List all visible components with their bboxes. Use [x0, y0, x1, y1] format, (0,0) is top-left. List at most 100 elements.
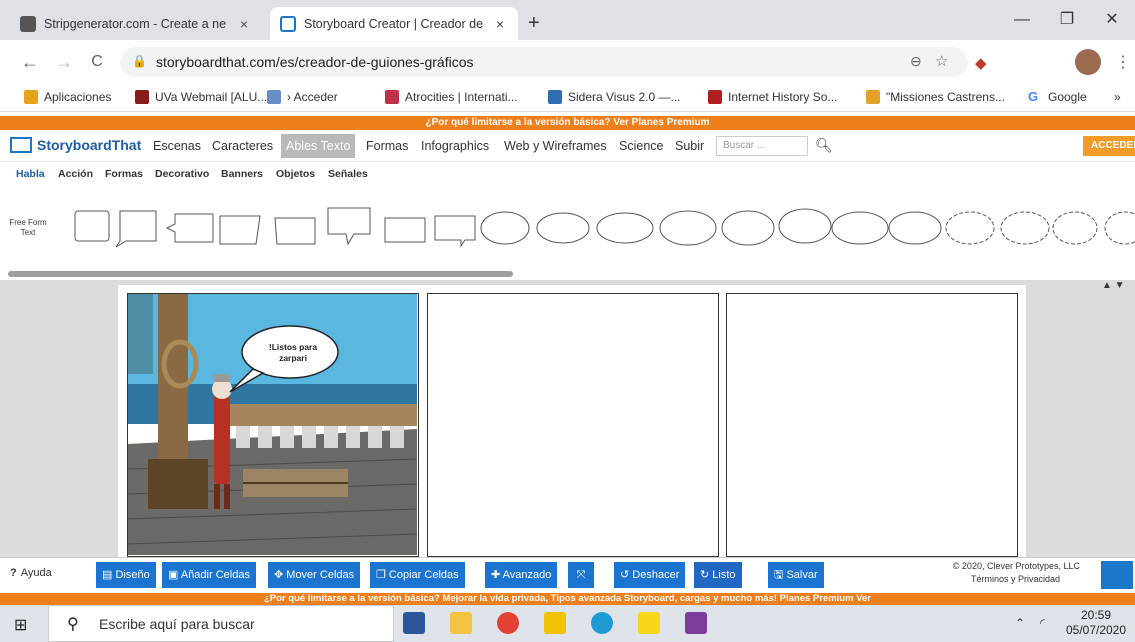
subtab-banners[interactable]: Banners	[221, 168, 263, 180]
bookmark-item[interactable]: Atrocities | Internati...	[385, 90, 518, 104]
scroll-arrows[interactable]: ▲ ▼	[1102, 280, 1125, 291]
sticky-notes-icon[interactable]	[638, 612, 660, 634]
close-tab-icon[interactable]: ×	[492, 16, 508, 32]
save-button[interactable]: 🖫 Salvar	[768, 562, 824, 588]
undo-button[interactable]: ↺ Deshacer	[614, 562, 686, 588]
bookmark-star-icon[interactable]: ☆	[935, 52, 948, 70]
maximize-button[interactable]: ❐	[1045, 6, 1089, 34]
app-icon[interactable]	[685, 612, 707, 634]
save-icon: 🖫	[774, 569, 787, 581]
shelf-scrollbar-thumb[interactable]	[8, 271, 513, 277]
tab-stripgenerator[interactable]: Stripgenerator.com - Create a ne ×	[10, 7, 262, 40]
word-icon[interactable]	[403, 612, 425, 634]
bookmark-item[interactable]: Internet History So...	[708, 90, 837, 104]
tray-chevron-icon[interactable]: ⌃	[1015, 616, 1025, 630]
wifi-icon[interactable]: ◜	[1040, 616, 1045, 630]
zoom-icon[interactable]: ⊖	[910, 53, 922, 70]
bookmark-label: › Acceder	[287, 90, 338, 104]
back-button[interactable]: ←	[16, 48, 44, 76]
nav-formas[interactable]: Formas	[366, 139, 408, 153]
advanced-button[interactable]: ✚ Avanzado	[485, 562, 558, 588]
login-button[interactable]: ACCEDER	[1083, 136, 1135, 156]
book-icon	[866, 90, 880, 104]
subtab-objetos[interactable]: Objetos	[276, 168, 315, 180]
nav-escenas[interactable]: Escenas	[153, 139, 201, 153]
more-bookmarks-icon[interactable]: »	[1114, 90, 1121, 104]
bubble-shapes[interactable]	[70, 206, 1135, 256]
clock-time: 20:59	[1080, 608, 1112, 622]
bookmark-label: Internet History So...	[728, 90, 838, 104]
forward-button[interactable]: →	[50, 48, 78, 76]
help-button[interactable]: ? Ayuda	[10, 567, 52, 579]
edge-icon[interactable]	[591, 612, 613, 634]
add-cells-label: Añadir Celdas	[180, 569, 250, 581]
ship-deck-scene[interactable]	[127, 294, 418, 555]
bookmark-item[interactable]: › Acceder	[267, 90, 338, 104]
address-bar[interactable]: 🔒 storyboardthat.com/es/creador-de-guion…	[120, 47, 968, 77]
premium-promo-footer[interactable]: ¿Por qué limitarse a la versión básica? …	[0, 593, 1135, 605]
bookmark-item[interactable]: Aplicaciones	[24, 90, 111, 104]
reload-button[interactable]: C	[83, 48, 111, 76]
file-explorer-icon[interactable]	[450, 612, 472, 634]
bookmark-label: Google	[1048, 90, 1087, 104]
close-window-button[interactable]: ✕	[1090, 6, 1134, 34]
shelf-scrollbar[interactable]	[0, 270, 1135, 280]
storyboard-cell-1[interactable]: !Listos para zarpari	[127, 293, 419, 557]
nav-subir[interactable]: Subir	[675, 139, 704, 153]
browser-tab-strip: Stripgenerator.com - Create a ne × Story…	[0, 0, 1135, 40]
redo-icon: ↻	[700, 569, 713, 581]
tab-title: Storyboard Creator | Creador de	[304, 16, 484, 31]
category-subnav: Habla Acción Formas Decorativo Banners O…	[0, 162, 1135, 188]
premium-promo-banner[interactable]: ¿Por qué limitarse a la versión básica? …	[0, 116, 1135, 130]
subtab-accion[interactable]: Acción	[58, 168, 93, 180]
bookmark-item[interactable]: "Missiones Castrens...	[866, 90, 1005, 104]
design-button[interactable]: ▤ Diseño	[96, 562, 156, 588]
subtab-formas[interactable]: Formas	[105, 168, 143, 180]
search-icon[interactable]: 🔍︎	[815, 137, 833, 154]
bookmark-item[interactable]: Sidera Visus 2.0 —...	[548, 90, 681, 104]
taskbar-search[interactable]: ⚲ Escribe aquí para buscar	[48, 605, 394, 642]
fullscreen-button[interactable]: ⤧	[568, 562, 594, 588]
storyboard-cell-2[interactable]	[427, 293, 719, 557]
plus-icon: ✚	[491, 569, 503, 581]
nav-science[interactable]: Science	[619, 139, 663, 153]
logo-corner-icon[interactable]	[1101, 561, 1133, 589]
bookmark-item[interactable]: G Google	[1028, 90, 1087, 104]
free-form-text-item[interactable]: Free Form Text	[8, 218, 48, 238]
move-cells-button[interactable]: ✥ Mover Celdas	[268, 562, 361, 588]
store-icon[interactable]	[544, 612, 566, 634]
chrome-icon[interactable]	[497, 612, 519, 634]
rect-bubble-tail-icon	[115, 210, 157, 248]
menu-dots-icon[interactable]: ⋮	[1115, 52, 1131, 72]
profile-avatar[interactable]	[1075, 49, 1101, 75]
url-text[interactable]: storyboardthat.com/es/creador-de-guiones…	[156, 54, 474, 70]
taskbar-clock[interactable]: 20:59 05/07/2020	[1065, 608, 1127, 638]
tab-storyboard-creator[interactable]: Storyboard Creator | Creador de ×	[270, 7, 518, 40]
nav-caracteres[interactable]: Caracteres	[212, 139, 273, 153]
extension-icon[interactable]: ◆	[975, 54, 987, 72]
nav-web-wireframes[interactable]: Web y Wireframes	[504, 139, 607, 153]
minimize-button[interactable]: —	[1000, 6, 1044, 34]
nav-infographics[interactable]: Infographics	[421, 139, 489, 153]
bookmark-item[interactable]: UVa Webmail [ALU...	[135, 90, 267, 104]
terms-link[interactable]: Términos y Privacidad	[942, 573, 1060, 586]
subtab-senales[interactable]: Señales	[328, 168, 368, 180]
subtab-habla[interactable]: Habla	[16, 168, 45, 180]
cloud-bubble-icon	[1104, 211, 1135, 245]
advanced-label: Avanzado	[502, 569, 552, 581]
close-tab-icon[interactable]: ×	[236, 16, 252, 32]
copy-cells-button[interactable]: ❐ Copiar Celdas	[370, 562, 465, 588]
done-button[interactable]: ↻ Listo	[694, 562, 742, 588]
oval-bubble-icon	[480, 211, 530, 245]
nav-ables-texto[interactable]: Ables Texto	[281, 134, 356, 158]
add-cells-button[interactable]: ▣ Añadir Celdas	[162, 562, 256, 588]
storyboard-cell-3[interactable]	[726, 293, 1018, 557]
search-input[interactable]: Buscar ...	[716, 136, 808, 156]
speech-bubble-text[interactable]: !Listos para zarpari	[263, 342, 323, 364]
subtab-decorativo[interactable]: Decorativo	[155, 168, 209, 180]
storyboardthat-logo[interactable]: StoryboardThat	[10, 137, 141, 153]
windows-start-icon[interactable]: ⊞	[14, 615, 27, 635]
layout-icon: ▤	[102, 569, 116, 581]
new-tab-button[interactable]: +	[528, 12, 540, 35]
internet-history-icon	[708, 90, 722, 104]
